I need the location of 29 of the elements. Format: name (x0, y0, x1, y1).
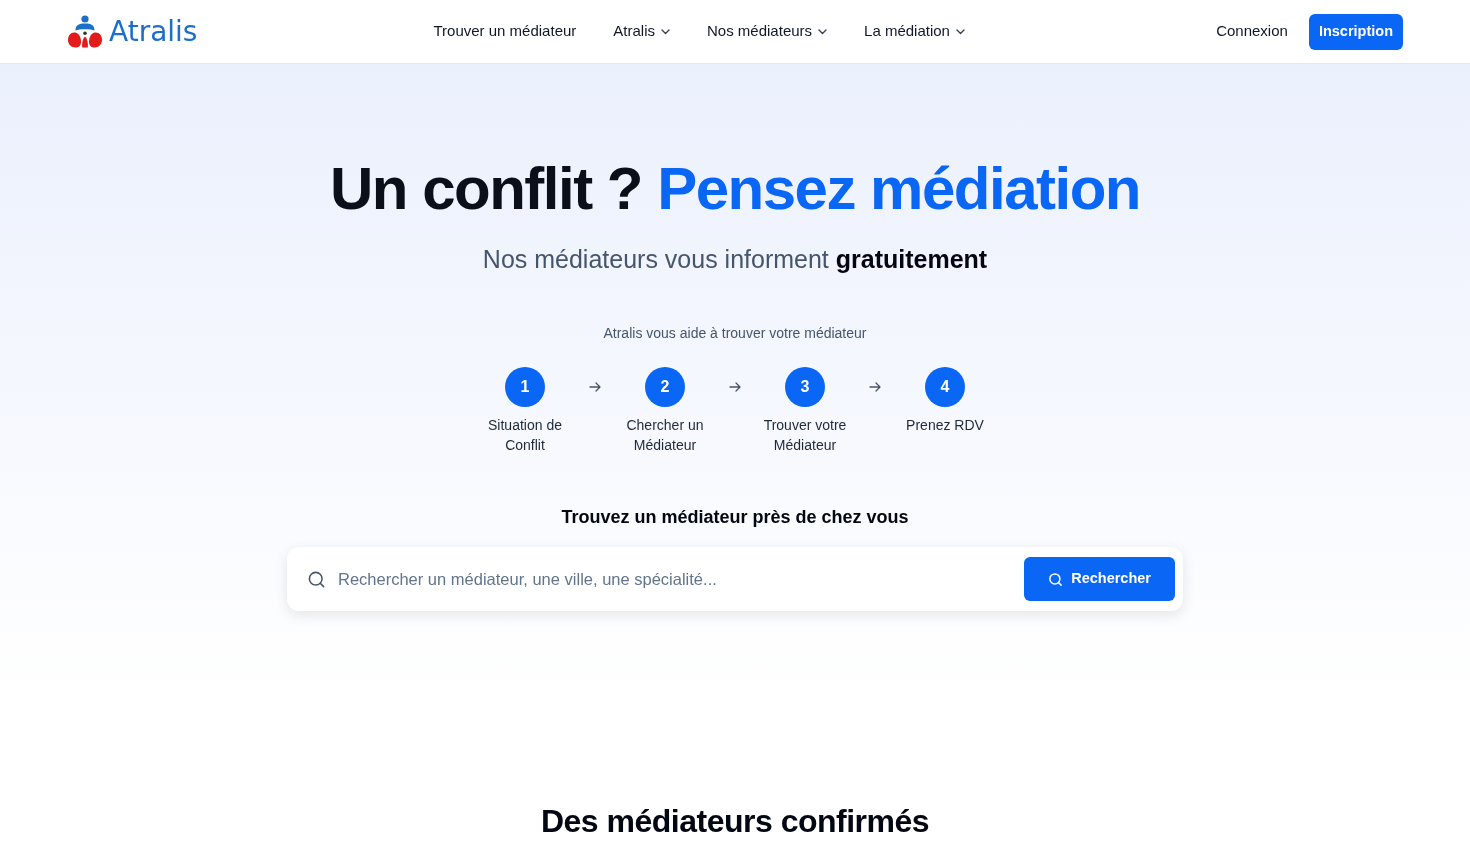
step-number: 1 (505, 367, 545, 407)
logo-icon (67, 14, 103, 49)
step-label: Trouver votre Médiateur (762, 416, 848, 455)
nav-link[interactable]: Trouver un médiateur (433, 20, 577, 43)
step-label: Prenez RDV (906, 416, 984, 435)
headline: Un conflit ? Pensez médiation (330, 159, 1140, 219)
step-number: 2 (645, 367, 685, 407)
signup-button[interactable]: Inscription (1308, 13, 1403, 50)
logo-link[interactable]: Atralis (67, 14, 198, 49)
step-label: Situation de Conflit (487, 416, 563, 455)
arrow-right-icon (729, 382, 741, 392)
login-link[interactable]: Connexion (1216, 20, 1288, 43)
search-button[interactable]: Rechercher (1024, 557, 1175, 601)
logo-text: Atralis (109, 17, 198, 46)
subtitle: Nos médiateurs vous informent gratuitement (482, 244, 988, 275)
nav-link[interactable]: Nos médiateurs (707, 20, 828, 43)
arrow-right-icon (869, 382, 881, 392)
step-number: 3 (785, 367, 825, 407)
nav-link[interactable]: Atralis (613, 20, 670, 43)
nav-link[interactable]: La médiation (864, 20, 965, 43)
search-icon (307, 569, 326, 589)
step-number: 4 (925, 367, 965, 407)
search-icon (1048, 571, 1064, 587)
section-title: Des médiateurs confirmés (540, 802, 930, 841)
arrow-right-icon (589, 382, 601, 392)
step-label: Chercher un Médiateur (625, 416, 705, 455)
steps-intro-text: Atralis vous aide à trouver votre médiateur (603, 324, 867, 343)
search-title: Trouvez un médiateur près de chez vous (561, 506, 909, 529)
search-field[interactable]: Rechercher un médiateur, une ville, une spécialité... Rechercher (287, 547, 1183, 611)
